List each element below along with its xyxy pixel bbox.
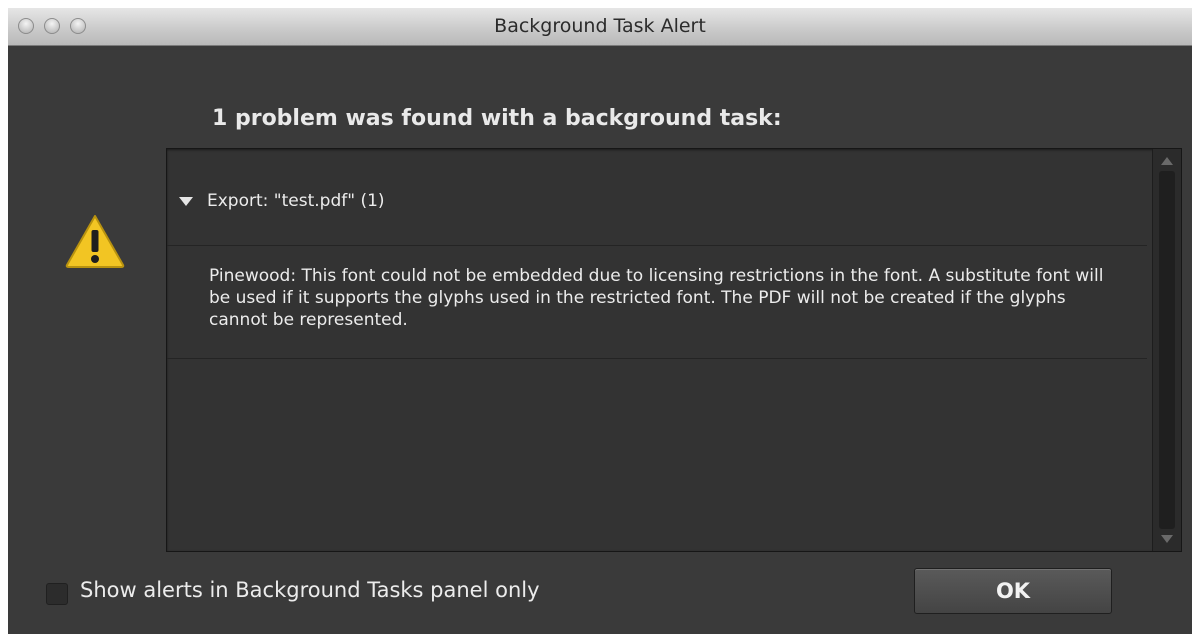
scroll-down-arrow-icon[interactable]	[1161, 535, 1173, 543]
problem-list-panel: Export: "test.pdf" (1) Pinewood: This fo…	[166, 148, 1182, 552]
warning-icon	[64, 213, 126, 269]
alert-window: Background Task Alert 1 problem was foun…	[8, 8, 1192, 634]
problem-message: Pinewood: This font could not be embedde…	[209, 266, 1104, 330]
task-label: Export: "test.pdf" (1)	[207, 191, 385, 211]
ok-button[interactable]: OK	[914, 568, 1112, 614]
alert-heading: 1 problem was found with a background ta…	[212, 106, 782, 131]
disclosure-triangle-icon[interactable]	[179, 197, 193, 206]
window-title: Background Task Alert	[494, 15, 706, 37]
show-alerts-checkbox[interactable]	[46, 583, 68, 605]
vertical-scrollbar[interactable]	[1152, 149, 1181, 551]
problem-message-row: Pinewood: This font could not be embedde…	[167, 246, 1147, 359]
show-alerts-label[interactable]: Show alerts in Background Tasks panel on…	[80, 578, 540, 602]
task-row[interactable]: Export: "test.pdf" (1)	[167, 149, 1147, 246]
scroll-up-arrow-icon[interactable]	[1161, 157, 1173, 165]
title-bar: Background Task Alert	[8, 8, 1192, 46]
scroll-thumb[interactable]	[1159, 171, 1175, 529]
